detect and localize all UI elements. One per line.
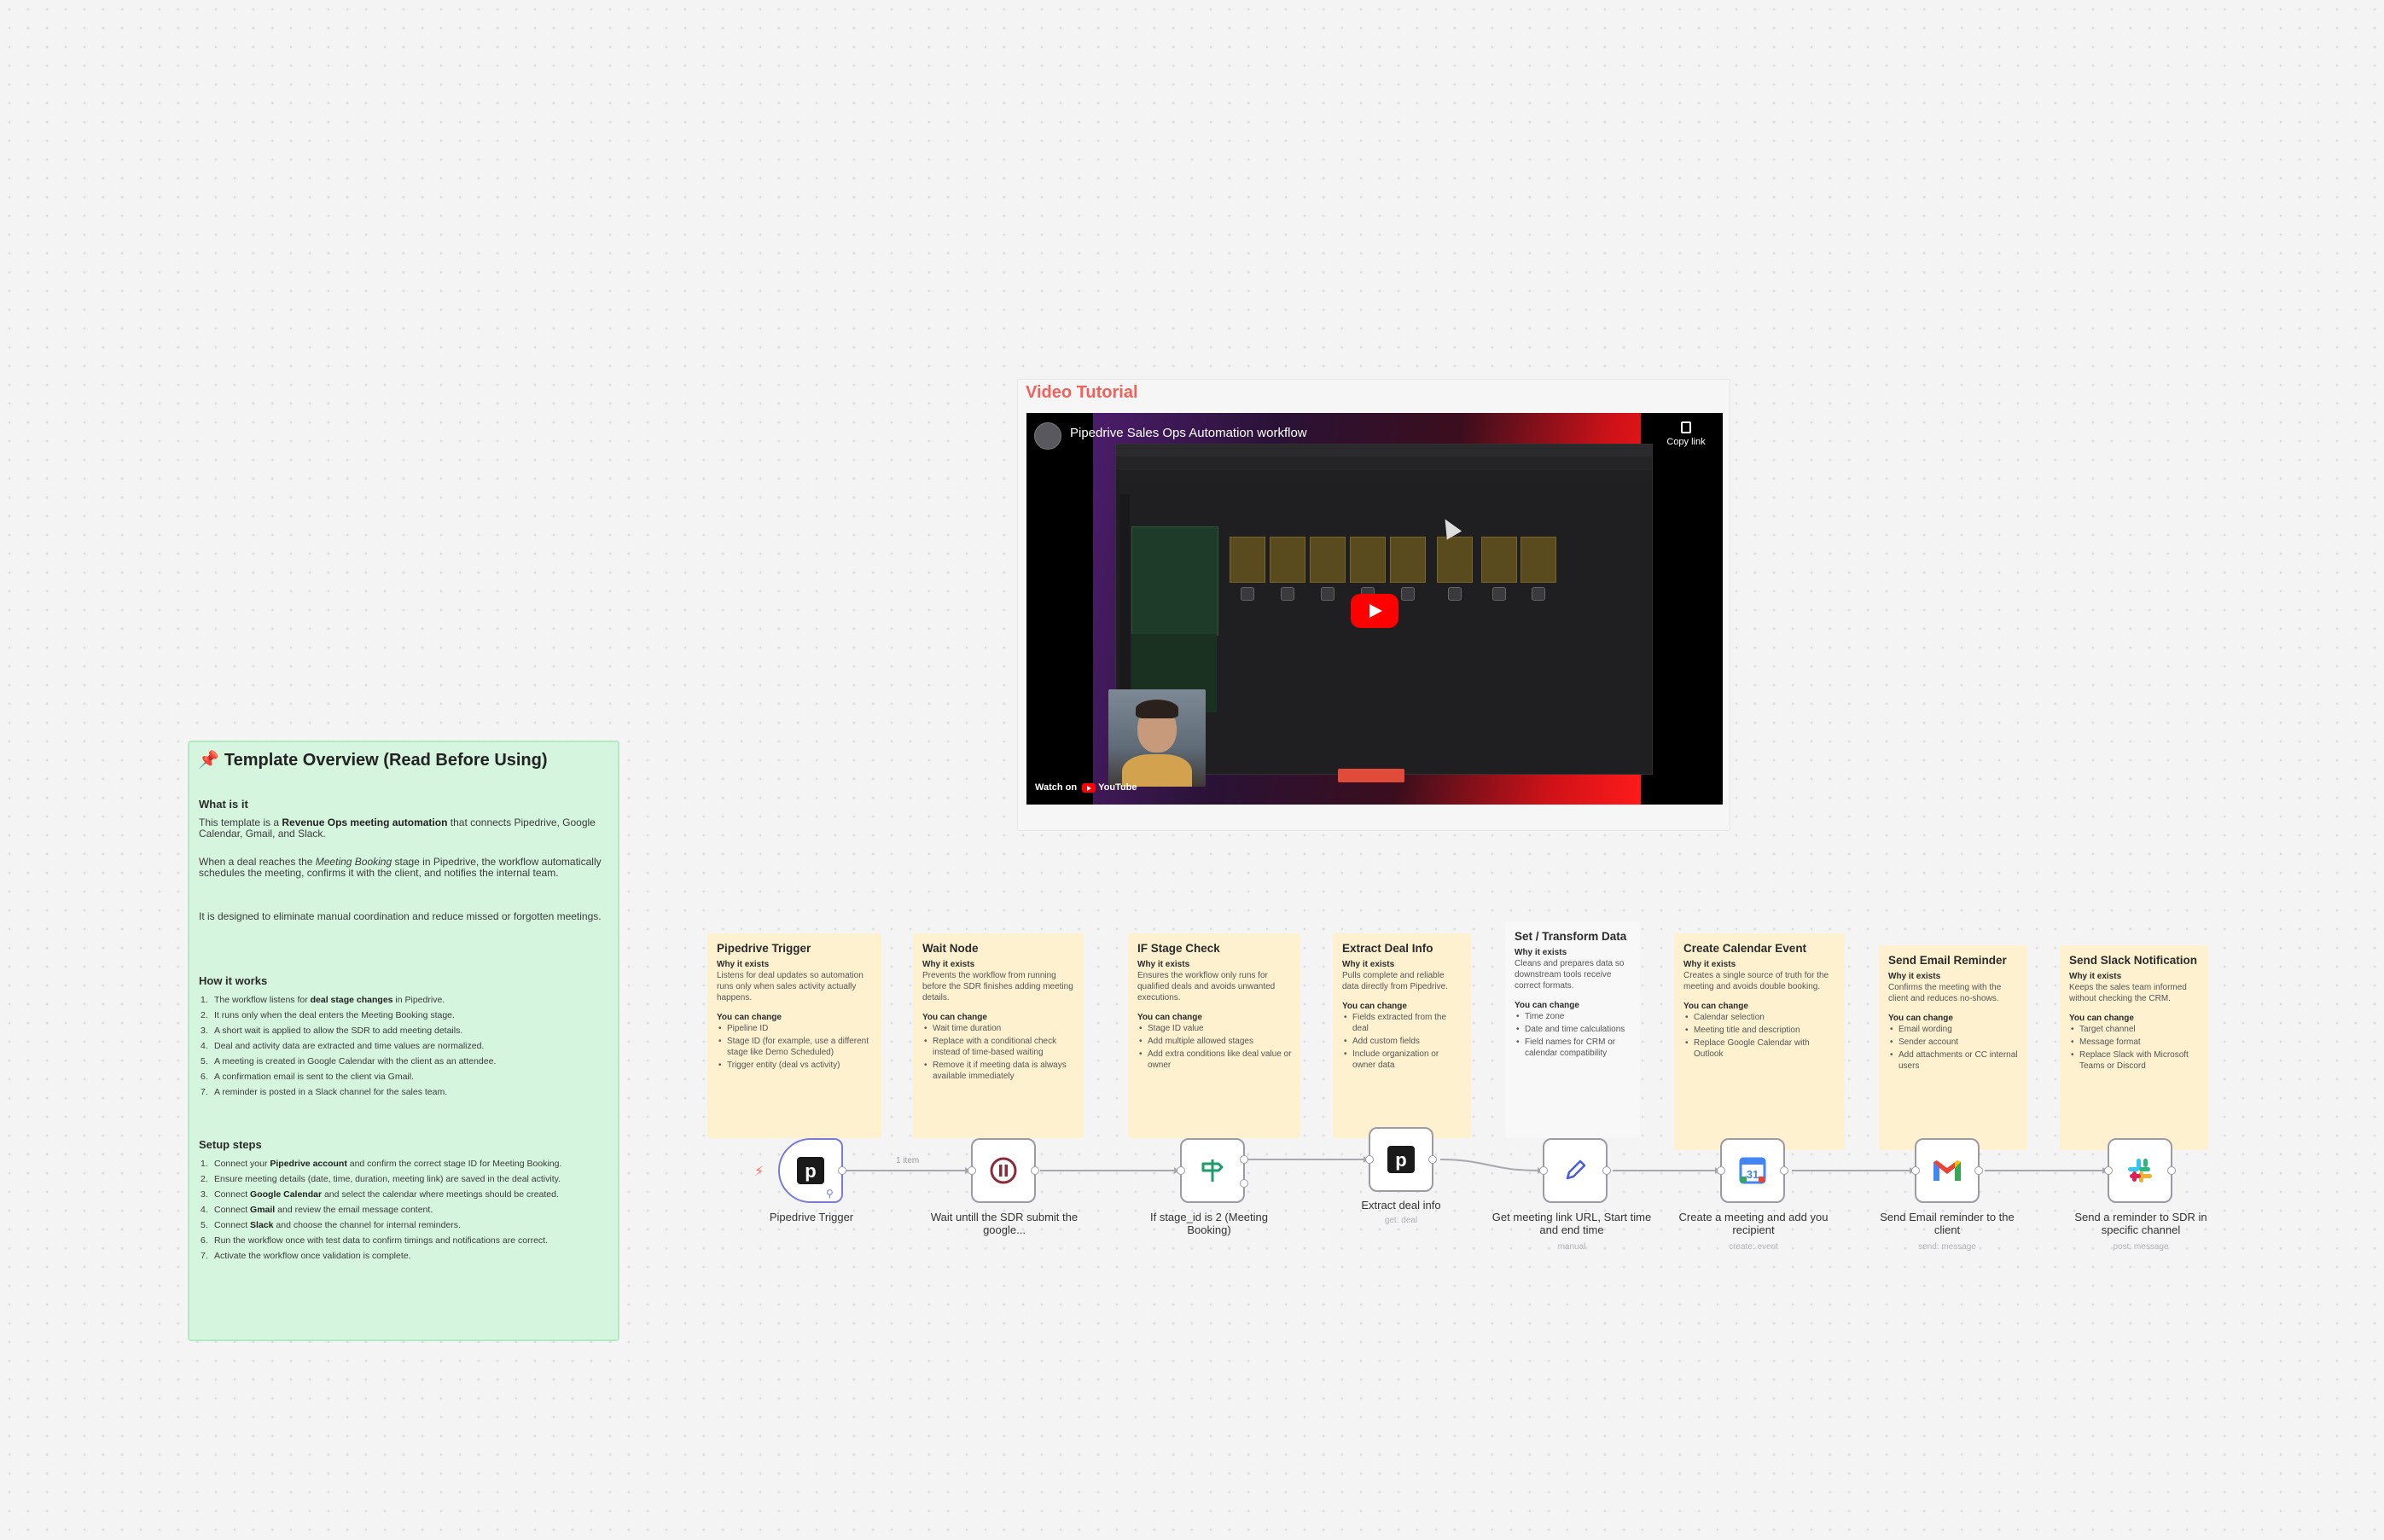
node-slack[interactable] [2104, 1138, 2176, 1203]
trigger-marker-icon: ⚲ [826, 1188, 834, 1200]
node-label: Create a meeting and add you recipient [1678, 1211, 1829, 1236]
node-set-transform[interactable] [1539, 1138, 1611, 1203]
pipedrive-icon: p [1370, 1129, 1432, 1190]
node-gmail[interactable] [1911, 1138, 1983, 1203]
output-port[interactable] [1602, 1166, 1611, 1175]
pencil-icon [1544, 1140, 1606, 1201]
node-if-stage-check[interactable] [1177, 1138, 1248, 1203]
output-port[interactable] [1974, 1166, 1983, 1175]
slack-icon [2109, 1140, 2171, 1201]
node-operation: create: event [1729, 1242, 1778, 1252]
output-port[interactable] [1428, 1155, 1437, 1164]
pause-icon [973, 1140, 1034, 1201]
false-output-port[interactable] [1240, 1179, 1248, 1188]
svg-text:31: 31 [1747, 1168, 1759, 1181]
node-pipedrive-trigger[interactable]: p ⚲ [778, 1138, 846, 1203]
node-label: Extract deal info [1361, 1199, 1441, 1212]
node-label: Pipedrive Trigger [769, 1211, 854, 1223]
node-extract-deal-info[interactable]: p [1365, 1127, 1437, 1192]
output-port[interactable] [1031, 1166, 1039, 1175]
output-port[interactable] [1780, 1166, 1788, 1175]
node-operation: post: message [2113, 1242, 2169, 1252]
signpost-icon [1182, 1140, 1243, 1201]
output-port[interactable] [838, 1166, 846, 1175]
svg-text:p: p [1395, 1149, 1406, 1171]
connection-extract-set[interactable] [1439, 1159, 1538, 1171]
svg-text:p: p [805, 1160, 816, 1182]
node-label: If stage_id is 2 (Meeting Booking) [1149, 1211, 1269, 1236]
output-port[interactable] [2167, 1166, 2176, 1175]
edge-item-count: 1 item [896, 1156, 920, 1165]
node-label: Send a reminder to SDR in specific chann… [2074, 1211, 2207, 1236]
node-operation: get: deal [1384, 1216, 1418, 1225]
node-label: Get meeting link URL, Start time and end… [1491, 1211, 1652, 1236]
node-google-calendar[interactable]: 31 [1717, 1138, 1788, 1203]
true-output-port[interactable] [1240, 1155, 1248, 1164]
node-operation: send: message [1918, 1242, 1976, 1252]
node-wait[interactable] [968, 1138, 1039, 1203]
trigger-bolt-icon: ⚡ [754, 1165, 765, 1179]
node-label: Wait untill the SDR submit the google... [930, 1211, 1079, 1236]
node-operation: manual [1557, 1242, 1586, 1252]
gmail-icon [1916, 1140, 1978, 1201]
node-label: Send Email reminder to the client [1880, 1211, 2015, 1236]
connections-layer [845, 1156, 2108, 1174]
google-calendar-icon: 31 [1722, 1140, 1783, 1201]
